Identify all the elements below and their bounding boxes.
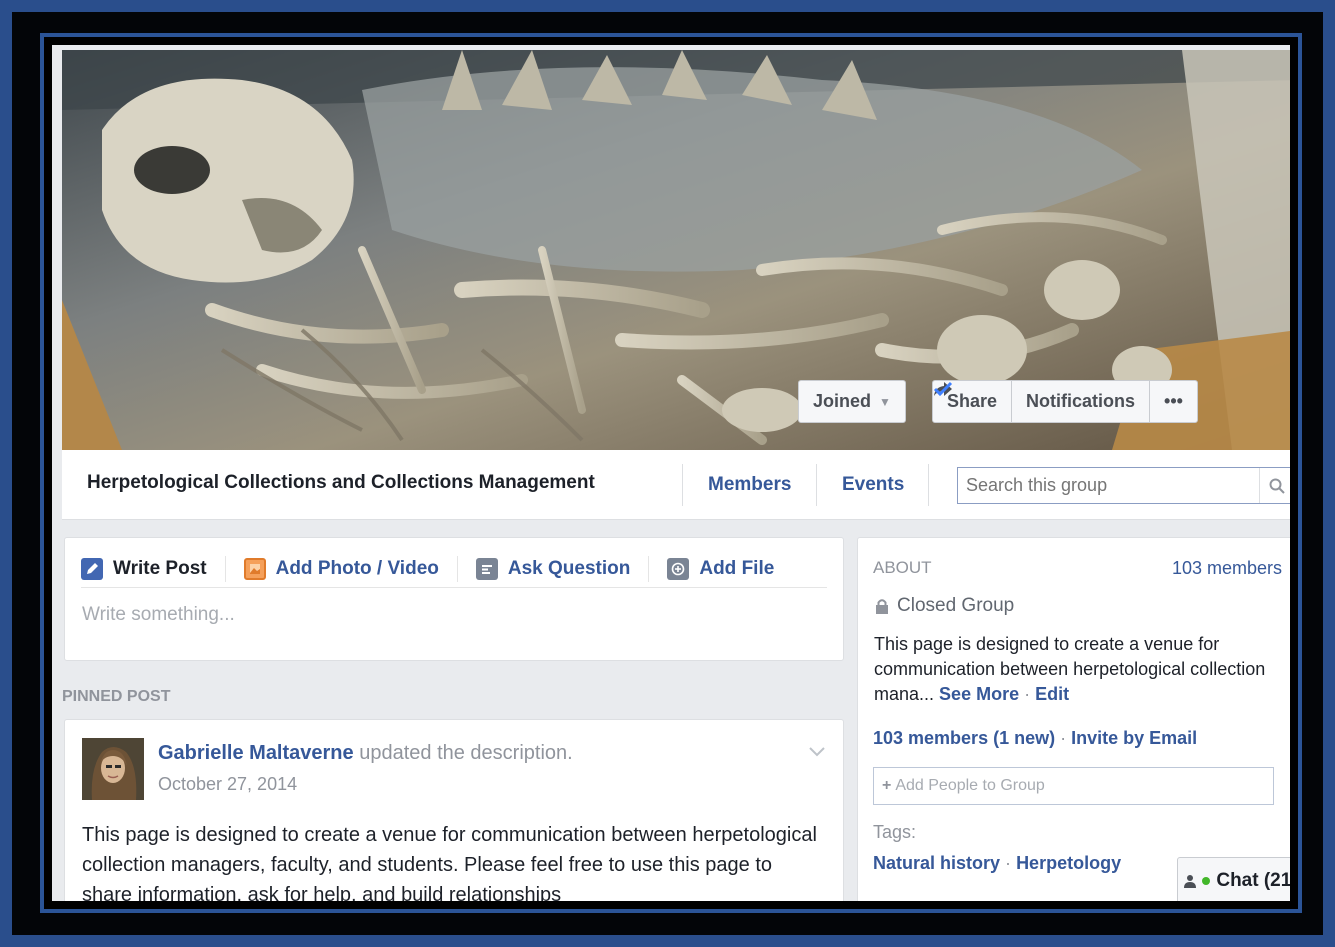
- post-options-chevron-icon[interactable]: [809, 744, 825, 762]
- group-search[interactable]: [957, 467, 1290, 504]
- notifications-label: Notifications: [1026, 391, 1136, 411]
- tab-add-file[interactable]: Add File: [667, 556, 792, 582]
- tab-label: Add File: [699, 557, 775, 579]
- post-action: updated the description.: [353, 742, 573, 764]
- tag-link[interactable]: Natural history: [873, 853, 1000, 873]
- plus-icon: +: [882, 777, 892, 794]
- group-description: This page is designed to create a venue …: [874, 632, 1274, 707]
- add-people-placeholder: Add People to Group: [895, 777, 1045, 794]
- edit-description-link[interactable]: Edit: [1035, 684, 1069, 704]
- pencil-icon: [81, 557, 103, 580]
- add-people-input[interactable]: + Add People to Group: [873, 767, 1274, 805]
- joined-button[interactable]: Joined ▼: [798, 380, 906, 423]
- about-panel: ABOUT 103 members Closed Group This page…: [857, 537, 1290, 901]
- group-nav-bar: Herpetological Collections and Collectio…: [62, 450, 1290, 520]
- see-more-link[interactable]: See More: [939, 684, 1019, 704]
- caret-down-icon: ▼: [879, 394, 891, 409]
- post-composer: Write Post Add Photo / Video Ask Questio…: [64, 537, 844, 661]
- tags-label: Tags:: [873, 822, 917, 842]
- tab-write-post[interactable]: Write Post: [81, 555, 226, 582]
- members-line: 103 members (1 new) · Invite by Email: [873, 728, 1197, 749]
- photo-icon: [243, 557, 266, 580]
- post-headline: Gabrielle Maltaverne updated the descrip…: [158, 742, 573, 765]
- file-icon: [667, 557, 690, 580]
- page-viewport: Joined ▼ Share Notifications ••• Herpeto…: [52, 45, 1290, 901]
- privacy-status: Closed Group: [875, 595, 1014, 617]
- post-author-link[interactable]: Gabrielle Maltaverne: [158, 742, 354, 764]
- lock-icon: [876, 599, 888, 614]
- group-cover-photo: Joined ▼ Share Notifications •••: [62, 50, 1290, 450]
- invite-by-email-link[interactable]: Invite by Email: [1071, 728, 1197, 748]
- search-icon[interactable]: [1259, 468, 1290, 503]
- nav-separator: [816, 464, 817, 506]
- chat-tab-button[interactable]: Chat (21): [1177, 857, 1290, 901]
- more-dots-icon: •••: [1164, 391, 1183, 411]
- tab-ask-question[interactable]: Ask Question: [475, 555, 650, 582]
- privacy-label: Closed Group: [897, 595, 1015, 616]
- person-icon: [1184, 875, 1197, 888]
- tab-label: Ask Question: [507, 557, 631, 579]
- nav-events[interactable]: Events: [842, 474, 904, 496]
- about-heading: ABOUT: [873, 558, 932, 577]
- separator-dot: ·: [1060, 728, 1067, 748]
- members-link[interactable]: 103 members (1 new): [873, 728, 1055, 748]
- screenshot-frame: Joined ▼ Share Notifications ••• Herpeto…: [40, 33, 1302, 913]
- write-something-input[interactable]: Write something...: [82, 604, 235, 626]
- cover-action-group: Share Notifications •••: [932, 380, 1198, 423]
- separator-dot: ·: [1005, 853, 1012, 873]
- description-text: This page is designed to create a venue …: [874, 634, 1266, 704]
- composer-tabs: Write Post Add Photo / Video Ask Questio…: [81, 550, 827, 588]
- joined-label: Joined: [813, 391, 872, 411]
- online-status-icon: [1202, 877, 1211, 885]
- more-options-button[interactable]: •••: [1150, 381, 1197, 422]
- notifications-button[interactable]: Notifications: [933, 381, 1151, 422]
- group-title[interactable]: Herpetological Collections and Collectio…: [87, 472, 595, 494]
- about-member-count-link[interactable]: 103 members: [1172, 558, 1282, 579]
- pinned-post: Gabrielle Maltaverne updated the descrip…: [64, 719, 844, 901]
- tab-label: Add Photo / Video: [275, 557, 439, 579]
- group-search-input[interactable]: [958, 468, 1259, 503]
- tab-add-photo-video[interactable]: Add Photo / Video: [243, 555, 458, 582]
- tab-label: Write Post: [113, 557, 207, 579]
- nav-separator: [928, 464, 929, 506]
- post-body-text: This page is designed to create a venue …: [82, 824, 817, 901]
- tag-link[interactable]: Herpetology: [1016, 853, 1121, 873]
- checkmark-icon: [933, 381, 953, 397]
- nav-members[interactable]: Members: [708, 474, 791, 496]
- post-timestamp[interactable]: October 27, 2014: [158, 774, 297, 795]
- share-label: Share: [947, 391, 998, 411]
- chat-label: Chat (21): [1216, 870, 1290, 891]
- tags-list: Natural history · Herpetology: [873, 853, 1121, 874]
- nav-separator: [682, 464, 683, 506]
- pinned-post-label: PINNED POST: [62, 688, 171, 705]
- question-icon: [475, 557, 498, 580]
- author-avatar[interactable]: [82, 738, 144, 800]
- separator-dot: ·: [1024, 684, 1031, 704]
